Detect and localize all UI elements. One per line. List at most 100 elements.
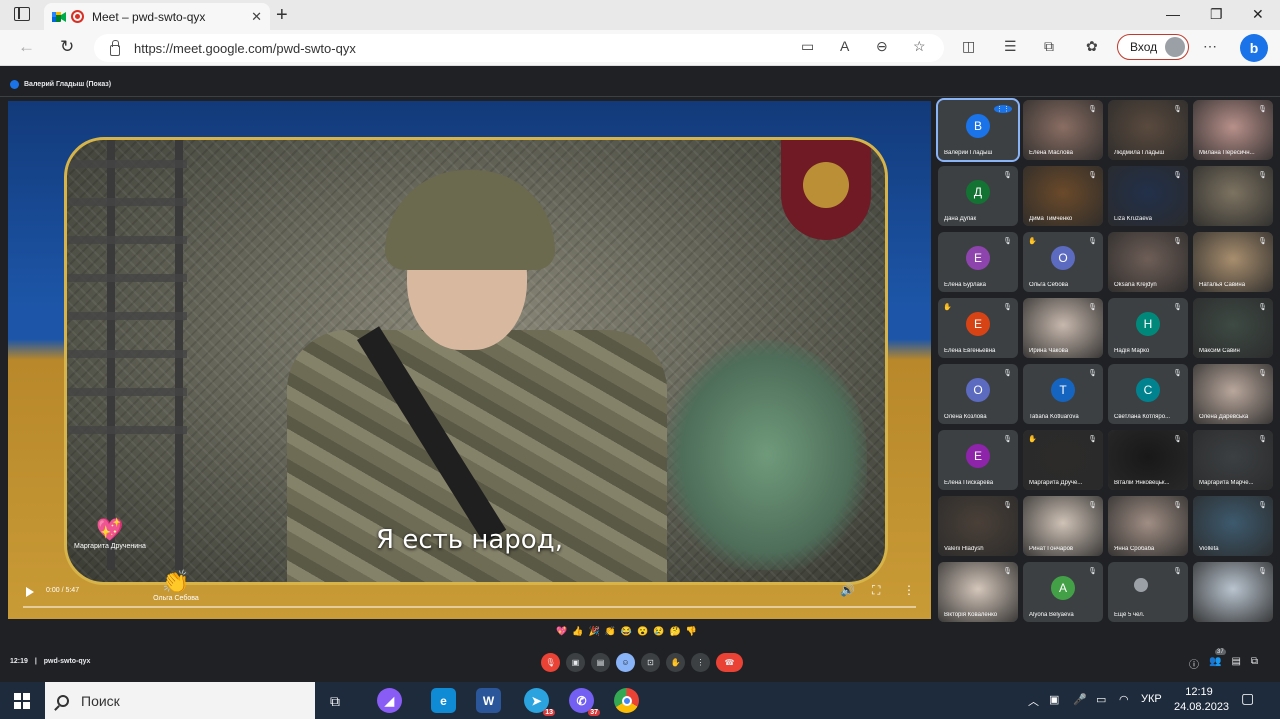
participant-tile[interactable]: Д 🎙 Дана Дупак [938, 166, 1018, 226]
participant-tile[interactable]: Н 🎙 Надія Марко [1108, 298, 1188, 358]
activities-icon[interactable]: ⧉ [1251, 656, 1258, 671]
login-button[interactable]: Вход [1117, 34, 1189, 60]
close-icon[interactable]: ✕ [251, 9, 262, 25]
participant-tile[interactable]: О 🎙 ✋ Ольга Себова [1023, 232, 1103, 292]
mic-off-icon: 🎙 [1173, 436, 1182, 443]
favorites-icon[interactable]: ☰ [1004, 38, 1017, 55]
play-icon[interactable] [26, 587, 34, 597]
participant-tile[interactable]: Е 🎙 Елена Пискарева [938, 430, 1018, 490]
participant-tile[interactable]: 🎙 Ещё 5 чел. [1108, 562, 1188, 622]
participant-tile[interactable]: 🎙 Oksana Krejdyn [1108, 232, 1188, 292]
chrome-app-icon[interactable] [614, 688, 639, 713]
refresh-icon[interactable]: ↻ [60, 37, 74, 57]
participant-tile[interactable]: 🎙 Valerii Hladysh [938, 496, 1018, 556]
more-icon[interactable]: ⋯ [1203, 38, 1217, 55]
language-indicator[interactable]: УКР [1141, 693, 1162, 705]
reaction-party-button[interactable]: 🎉 [588, 626, 599, 642]
participant-tile[interactable]: 🎙 Ирина Чакова [1023, 298, 1103, 358]
participant-tile[interactable]: В ⋮⋮ Валерий Гладыш [936, 98, 1020, 162]
battery-icon[interactable]: ▭ [1096, 693, 1106, 706]
task-view-icon[interactable]: ⧉ [330, 693, 340, 710]
participant-avatar: О [1051, 246, 1075, 270]
participant-tile[interactable]: 🎙 Віталій Янковецьк... [1108, 430, 1188, 490]
info-icon[interactable]: ⓘ [1189, 656, 1199, 671]
participant-tile[interactable]: 🎙 [1193, 166, 1273, 226]
participant-tile[interactable]: 🎙 Елена Маслова [1023, 100, 1103, 160]
reaction-surprise-button[interactable]: 😮 [637, 626, 648, 642]
wifi-icon[interactable]: ◠ [1119, 693, 1129, 706]
volume-icon[interactable]: 🔊 [840, 583, 855, 597]
present-button[interactable]: ⊡ [641, 653, 660, 672]
captions-button[interactable]: ▤ [591, 653, 610, 672]
participant-name: Маргарита Марче... [1199, 480, 1254, 486]
tab-meet[interactable]: Meet – pwd-swto-qyx ✕ [44, 3, 270, 30]
raise-hand-button[interactable]: ✋ [666, 653, 685, 672]
maximize-icon[interactable]: ❐ [1210, 6, 1223, 23]
reaction-heart-button[interactable]: 💖 [556, 626, 567, 642]
reaction-thumbsdown-button[interactable]: 👎 [686, 626, 697, 642]
shared-video[interactable]: Я есть народ, 💖 Маргарита Друченина 👏 Ол… [8, 101, 931, 619]
edge-app-icon[interactable]: e [431, 688, 456, 713]
participant-tile[interactable]: 🎙 Янна Сробаба [1108, 496, 1188, 556]
mic-off-button[interactable]: 🎙 [541, 653, 560, 672]
minimize-icon[interactable]: — [1166, 6, 1180, 22]
participant-tile[interactable]: 🎙 ✋ Маргарита Друче... [1023, 430, 1103, 490]
collections-icon[interactable]: ⧉ [1044, 38, 1054, 55]
fullscreen-icon[interactable]: ⛶ [872, 583, 880, 598]
participant-tile[interactable]: 🎙 Маргарита Марче... [1193, 430, 1273, 490]
viber-app-icon[interactable]: ✆ 37 [569, 688, 600, 716]
participant-tile[interactable]: 🎙 [1193, 562, 1273, 622]
telegram-app-icon[interactable]: ➤ 13 [524, 688, 555, 716]
people-icon[interactable]: 👥 37 [1209, 649, 1226, 671]
system-clock[interactable]: 12:19 24.08.2023 [1174, 685, 1229, 715]
participant-tile[interactable]: 🎙 Ринат Гончаров [1023, 496, 1103, 556]
participant-tile[interactable]: О 🎙 Олена Козлова [938, 364, 1018, 424]
plus-icon[interactable]: + [276, 4, 288, 27]
zoom-icon[interactable]: ⊖ [876, 38, 888, 55]
participant-tile[interactable]: 🎙 Liza Kruzaeva [1108, 166, 1188, 226]
reaction-thinking-button[interactable]: 🤔 [670, 626, 681, 642]
participant-tile[interactable]: Е 🎙 ✋ Елена Евгеньевна [938, 298, 1018, 358]
start-button[interactable] [14, 693, 30, 709]
participant-tile[interactable]: 🎙 Людмила Гладыш [1108, 100, 1188, 160]
participant-tile[interactable]: 🎙 Вікторія Коваленко [938, 562, 1018, 622]
sidebar-icon[interactable] [14, 7, 30, 21]
participant-tile[interactable]: 🎙 Олена Даревська [1193, 364, 1273, 424]
camera-icon[interactable]: ▭ [801, 38, 814, 55]
leave-call-button[interactable]: ☎ [716, 653, 743, 672]
camera-button[interactable]: ▣ [566, 653, 585, 672]
reaction-thumbsup-button[interactable]: 👍 [572, 626, 583, 642]
read-aloud-icon[interactable]: A [840, 38, 849, 54]
reaction-sad-button[interactable]: 😢 [653, 626, 664, 642]
back-icon[interactable]: ← [18, 37, 35, 57]
participant-tile[interactable]: Е 🎙 Елена Бурлака [938, 232, 1018, 292]
taskbar-search[interactable]: Поиск [45, 682, 315, 719]
participant-tile[interactable]: 🎙 Наталья Савина [1193, 232, 1273, 292]
notifications-icon[interactable]: ▢ [1241, 690, 1254, 707]
word-app-icon[interactable]: W [476, 688, 501, 713]
split-icon[interactable]: ◫ [962, 38, 975, 55]
bing-icon[interactable]: b [1240, 34, 1268, 62]
microphone-icon[interactable]: 🎤 [1073, 693, 1087, 706]
alice-app-icon[interactable]: ◢ [377, 688, 402, 713]
reaction-laugh-button[interactable]: 😂 [621, 626, 632, 642]
chat-icon[interactable]: ▤ [1231, 656, 1240, 671]
participant-tile[interactable]: 🎙 Милана Пересичн... [1193, 100, 1273, 160]
extensions-icon[interactable]: ✿ [1086, 38, 1098, 55]
reactions-button[interactable]: ☺ [616, 653, 635, 672]
favorite-icon[interactable]: ☆ [913, 38, 926, 55]
video-progress-bar[interactable] [23, 606, 916, 608]
participant-tile[interactable]: T 🎙 Tatiana Kotluarova [1023, 364, 1103, 424]
participant-tile[interactable]: 🎙 Максим Савин [1193, 298, 1273, 358]
participant-tile[interactable]: 🎙 Violleta [1193, 496, 1273, 556]
video-more-icon[interactable]: ⋮ [903, 583, 915, 597]
url-field[interactable]: https://meet.google.com/pwd-swto-qyx [94, 34, 944, 62]
participant-tile[interactable]: A 🎙 Alyona Belyaeva [1023, 562, 1103, 622]
participant-tile[interactable]: С 🎙 Светлана Котляро... [1108, 364, 1188, 424]
meet-tray-icon[interactable]: ▣ [1049, 693, 1059, 706]
participant-tile[interactable]: 🎙 Дима Тимченко [1023, 166, 1103, 226]
more-options-button[interactable]: ⋮ [691, 653, 710, 672]
show-hidden-icon[interactable]: ︿ [1028, 693, 1039, 709]
window-close-icon[interactable]: ✕ [1252, 6, 1264, 23]
reaction-clap-button[interactable]: 👏 [605, 626, 616, 642]
